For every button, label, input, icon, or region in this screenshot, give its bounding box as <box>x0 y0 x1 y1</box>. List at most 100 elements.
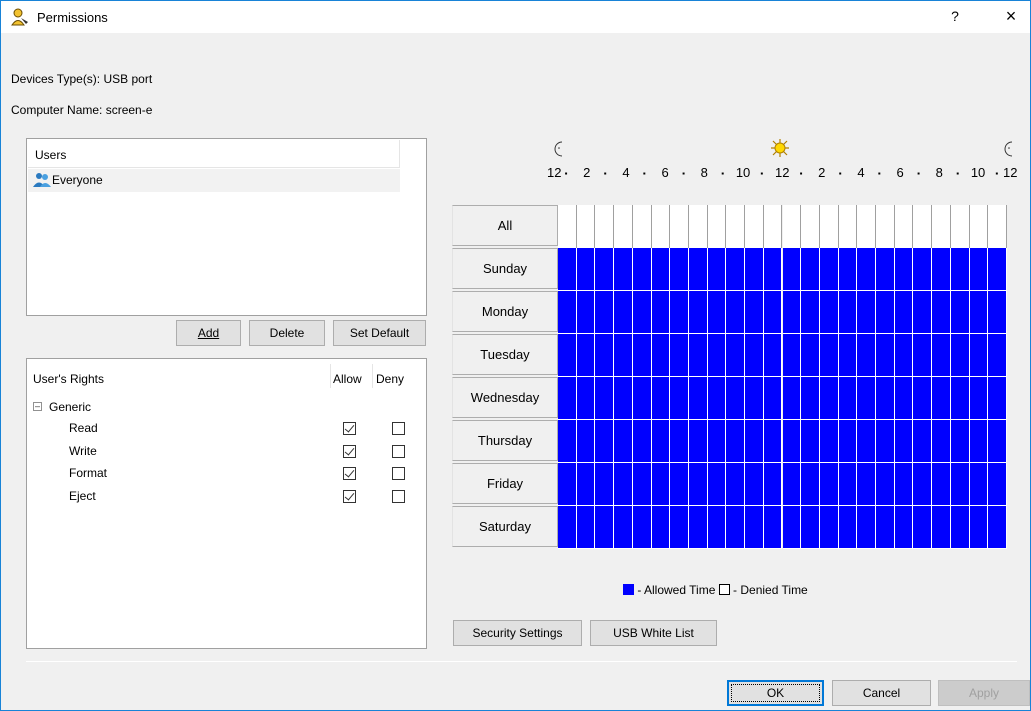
hour-column-header[interactable] <box>801 205 820 250</box>
schedule-cell[interactable] <box>819 248 839 291</box>
schedule-cell[interactable] <box>558 506 577 549</box>
schedule-cell[interactable] <box>670 377 689 420</box>
schedule-cell[interactable] <box>670 463 689 506</box>
close-button[interactable]: × <box>997 6 1025 30</box>
schedule-cell[interactable] <box>838 248 858 291</box>
schedule-cell[interactable] <box>950 506 970 549</box>
schedule-cell[interactable] <box>651 248 671 291</box>
schedule-cell[interactable] <box>576 291 596 334</box>
schedule-cell[interactable] <box>819 463 839 506</box>
users-list[interactable]: Users Everyone <box>26 138 427 316</box>
schedule-cell[interactable] <box>969 463 989 506</box>
hour-column-header[interactable] <box>894 205 914 250</box>
tree-group-generic[interactable]: Generic <box>49 400 91 414</box>
schedule-cell[interactable] <box>707 248 727 291</box>
schedule-cell[interactable] <box>763 420 783 463</box>
schedule-cell[interactable] <box>763 334 783 377</box>
schedule-cell[interactable] <box>932 420 951 463</box>
schedule-cell[interactable] <box>988 248 1007 291</box>
cancel-button[interactable]: Cancel <box>832 680 931 706</box>
schedule-cell[interactable] <box>688 506 708 549</box>
schedule-cell[interactable] <box>819 420 839 463</box>
user-list-item-everyone[interactable]: Everyone <box>28 169 400 192</box>
hour-column-header[interactable] <box>819 205 839 250</box>
schedule-cell[interactable] <box>950 463 970 506</box>
users-column-header[interactable]: Users <box>28 140 400 168</box>
schedule-cell[interactable] <box>838 420 858 463</box>
security-settings-button[interactable]: Security Settings <box>453 620 582 646</box>
schedule-cell[interactable] <box>670 291 689 334</box>
schedule-cell[interactable] <box>614 420 633 463</box>
schedule-cell[interactable] <box>876 334 895 377</box>
day-label-tuesday[interactable]: Tuesday <box>452 334 558 375</box>
schedule-cell[interactable] <box>688 463 708 506</box>
schedule-cell[interactable] <box>576 248 596 291</box>
schedule-cell[interactable] <box>857 291 877 334</box>
schedule-cell[interactable] <box>894 463 914 506</box>
schedule-cell[interactable] <box>969 377 989 420</box>
schedule-cell[interactable] <box>857 334 877 377</box>
schedule-cell[interactable] <box>576 377 596 420</box>
schedule-cell[interactable] <box>595 377 615 420</box>
schedule-cell[interactable] <box>558 463 577 506</box>
schedule-cell[interactable] <box>688 291 708 334</box>
add-user-button[interactable]: Add <box>176 320 241 346</box>
schedule-cell[interactable] <box>969 334 989 377</box>
schedule-cell[interactable] <box>988 291 1007 334</box>
schedule-cell[interactable] <box>932 463 951 506</box>
eject-allow-checkbox[interactable] <box>343 490 356 503</box>
set-default-button[interactable]: Set Default <box>333 320 426 346</box>
schedule-cell[interactable] <box>988 506 1007 549</box>
schedule-cell[interactable] <box>913 248 933 291</box>
schedule-cell[interactable] <box>913 420 933 463</box>
schedule-cell[interactable] <box>651 291 671 334</box>
schedule-cell[interactable] <box>763 248 783 291</box>
schedule-cell[interactable] <box>801 334 820 377</box>
schedule-cell[interactable] <box>988 334 1007 377</box>
schedule-cell[interactable] <box>558 420 577 463</box>
schedule-cell[interactable] <box>894 420 914 463</box>
read-allow-checkbox[interactable] <box>343 422 356 435</box>
deny-column-header[interactable]: Deny <box>376 372 404 386</box>
allow-column-header[interactable]: Allow <box>333 372 362 386</box>
schedule-cell[interactable] <box>988 377 1007 420</box>
schedule-cell[interactable] <box>857 248 877 291</box>
schedule-cell[interactable] <box>632 248 652 291</box>
schedule-cell[interactable] <box>745 506 764 549</box>
schedule-cell[interactable] <box>950 377 970 420</box>
schedule-cell[interactable] <box>707 420 727 463</box>
hour-column-header[interactable] <box>726 205 746 250</box>
schedule-cell[interactable] <box>595 248 615 291</box>
schedule-cell[interactable] <box>932 506 951 549</box>
write-allow-checkbox[interactable] <box>343 445 356 458</box>
schedule-cell[interactable] <box>707 463 727 506</box>
hour-column-header[interactable] <box>558 205 577 250</box>
eject-deny-checkbox[interactable] <box>392 490 405 503</box>
day-label-wednesday[interactable]: Wednesday <box>452 377 558 418</box>
hour-column-header[interactable] <box>838 205 858 250</box>
day-label-saturday[interactable]: Saturday <box>452 506 558 547</box>
hour-column-header[interactable] <box>763 205 783 250</box>
user-rights-tree[interactable]: User's Rights Allow Deny – Generic Read … <box>26 358 427 649</box>
schedule-cell[interactable] <box>988 463 1007 506</box>
schedule-cell[interactable] <box>913 291 933 334</box>
schedule-cell[interactable] <box>819 506 839 549</box>
schedule-cell[interactable] <box>913 506 933 549</box>
schedule-cell[interactable] <box>632 506 652 549</box>
schedule-cell[interactable] <box>707 334 727 377</box>
schedule-cell[interactable] <box>857 377 877 420</box>
schedule-cell[interactable] <box>838 334 858 377</box>
schedule-cell[interactable] <box>614 463 633 506</box>
schedule-cell[interactable] <box>651 506 671 549</box>
schedule-cell[interactable] <box>838 463 858 506</box>
hour-column-header[interactable] <box>969 205 989 250</box>
schedule-cell[interactable] <box>894 334 914 377</box>
schedule-cell[interactable] <box>688 248 708 291</box>
schedule-cell[interactable] <box>950 291 970 334</box>
schedule-cell[interactable] <box>651 334 671 377</box>
schedule-cell[interactable] <box>632 463 652 506</box>
ok-button[interactable]: OK <box>727 680 824 706</box>
schedule-cell[interactable] <box>726 506 746 549</box>
schedule-cell[interactable] <box>688 377 708 420</box>
schedule-cell[interactable] <box>913 377 933 420</box>
